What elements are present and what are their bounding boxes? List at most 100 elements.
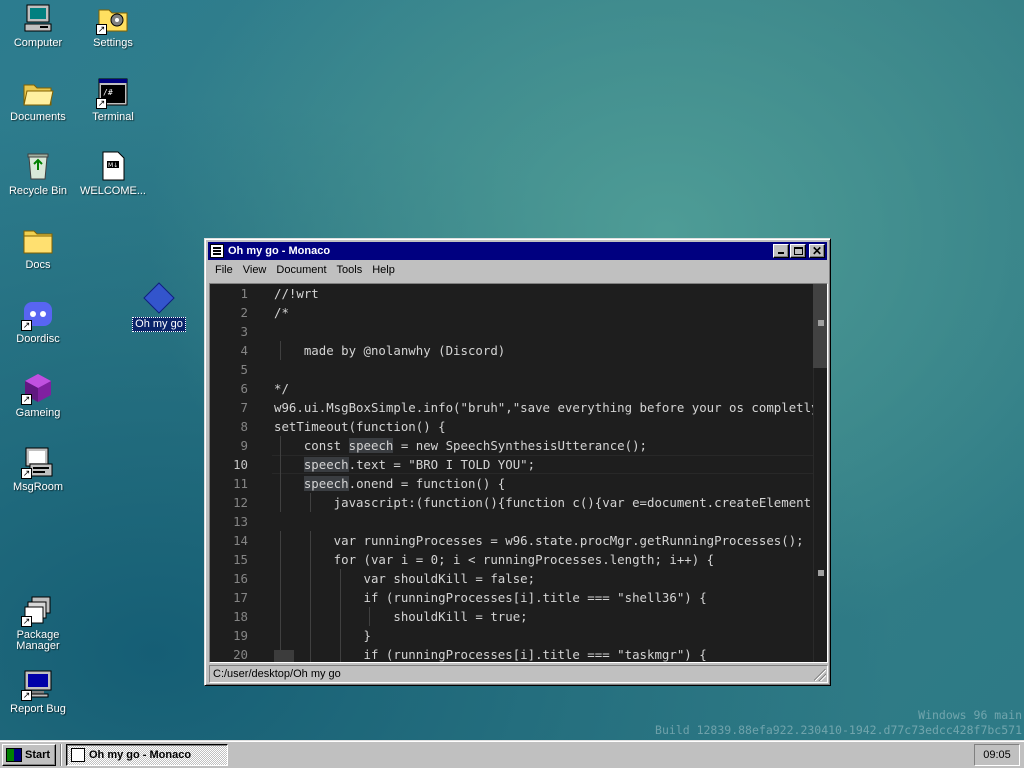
- desktop-icon-settings[interactable]: ↗ Settings: [75, 2, 151, 50]
- start-button[interactable]: Start: [2, 743, 56, 766]
- desktop-icon-label: Computer: [13, 37, 63, 49]
- line-number: 11: [233, 476, 248, 491]
- code-line[interactable]: if (runningProcesses[i].title === "shell…: [274, 588, 813, 607]
- menu-help[interactable]: Help: [367, 264, 400, 276]
- code-line[interactable]: for (var i = 0; i < runningProcesses.len…: [274, 550, 813, 569]
- line-number: 6: [240, 381, 248, 396]
- taskbar-separator: [60, 743, 62, 766]
- scrollbar-marker: [818, 320, 824, 326]
- desktop-icon-label: Documents: [10, 111, 66, 123]
- desktop-icon-msgroom[interactable]: ↗ MsgRoom: [0, 446, 76, 494]
- desktop-icon-label: Settings: [93, 37, 133, 49]
- minimize-button[interactable]: [773, 244, 789, 258]
- code-line[interactable]: shouldKill = true;: [274, 607, 813, 626]
- taskbar-item-label: Oh my go - Monaco: [89, 748, 192, 761]
- desktop-icon-package-manager[interactable]: ↗ Package Manager: [0, 594, 76, 653]
- maximize-button[interactable]: [790, 244, 806, 258]
- terminal-icon: /# ↗: [96, 76, 129, 109]
- menu-view[interactable]: View: [238, 264, 272, 276]
- line-number: 16: [233, 571, 248, 586]
- desktop-icon-documents[interactable]: Documents: [0, 76, 76, 124]
- resize-grip-icon[interactable]: [814, 669, 826, 681]
- window-titlebar[interactable]: Oh my go - Monaco ✕: [208, 242, 827, 260]
- line-number: 15: [233, 552, 248, 567]
- desktop-icon-label: Oh my go: [132, 317, 186, 332]
- shortcut-arrow-icon: ↗: [21, 320, 32, 331]
- line-number: 17: [233, 590, 248, 605]
- desktop-icon-label: Report Bug: [10, 703, 66, 715]
- code-line[interactable]: javascript:(function(){function c(){var …: [274, 493, 813, 512]
- code-line[interactable]: var shouldKill = false;: [274, 569, 813, 588]
- line-number: 2: [240, 305, 248, 320]
- code-line[interactable]: var runningProcesses = w96.state.procMgr…: [274, 531, 813, 550]
- clock: 09:05: [983, 748, 1011, 761]
- word-highlight: speech: [303, 476, 349, 491]
- monaco-window[interactable]: Oh my go - Monaco ✕ File View Document T…: [204, 238, 831, 686]
- code-line[interactable]: speech.onend = function() {: [274, 474, 813, 493]
- code-line[interactable]: //!wrt: [274, 284, 813, 303]
- desktop-icon-label: WELCOME...: [79, 185, 146, 197]
- desktop-icon-label: Gameing: [15, 407, 61, 419]
- scrollbar-thumb[interactable]: [813, 284, 827, 368]
- desktop-icon-docs[interactable]: Docs: [0, 224, 76, 272]
- shortcut-arrow-icon: ↗: [96, 24, 107, 35]
- desktop-icon-label: Doordisc: [16, 333, 60, 345]
- code-area[interactable]: //!wrt/* made by @nolanwhy (Discord) */w9…: [272, 284, 813, 662]
- desktop-icon-label: Recycle Bin: [8, 185, 68, 197]
- close-button[interactable]: ✕: [809, 244, 825, 258]
- vertical-scrollbar[interactable]: [813, 284, 827, 662]
- menu-tools[interactable]: Tools: [332, 264, 368, 276]
- line-number: 19: [233, 628, 248, 643]
- word-highlight: speech: [348, 438, 394, 453]
- code-line[interactable]: speech.text = "BRO I TOLD YOU";: [274, 455, 813, 474]
- desktop-icon-oh-my-go[interactable]: Oh my go: [121, 282, 197, 332]
- desktop-icon-terminal[interactable]: /# ↗ Terminal: [75, 76, 151, 124]
- shortcut-arrow-icon: ↗: [96, 98, 107, 109]
- status-file-path: C:/user/desktop/Oh my go: [213, 668, 341, 680]
- code-line[interactable]: if (runningProcesses[i].title === "taskm…: [274, 645, 813, 662]
- diamond-icon: [143, 282, 175, 314]
- desktop-icon-recycle-bin[interactable]: Recycle Bin: [0, 150, 76, 198]
- code-line[interactable]: const speech = new SpeechSynthesisUttera…: [274, 436, 813, 455]
- menu-document[interactable]: Document: [271, 264, 331, 276]
- desktop-icon-label: MsgRoom: [12, 481, 64, 493]
- line-number: 12: [233, 495, 248, 510]
- code-line[interactable]: setTimeout(function() {: [274, 417, 813, 436]
- editor-app-icon: [210, 244, 224, 258]
- scroll-shadow: [274, 650, 294, 662]
- word-highlight: speech: [303, 457, 349, 472]
- start-label: Start: [25, 748, 51, 761]
- shortcut-arrow-icon: ↗: [21, 690, 32, 701]
- menu-bar: File View Document Tools Help: [208, 260, 827, 280]
- code-line[interactable]: w96.ui.MsgBoxSimple.info("bruh","save ev…: [274, 398, 813, 417]
- message-room-icon: ↗: [21, 446, 54, 479]
- shortcut-arrow-icon: ↗: [21, 616, 32, 627]
- code-line[interactable]: [274, 512, 813, 531]
- package-icon: ↗: [21, 594, 54, 627]
- desktop-icon-doordisc[interactable]: ↗ Doordisc: [0, 298, 76, 346]
- system-tray-clock[interactable]: 09:05: [974, 743, 1020, 766]
- line-number: 10: [233, 457, 248, 472]
- desktop-icon-gameing[interactable]: ↗ Gameing: [0, 372, 76, 420]
- computer-icon: [22, 2, 54, 34]
- code-line[interactable]: */: [274, 379, 813, 398]
- desktop-icon-report-bug[interactable]: ↗ Report Bug: [0, 668, 76, 716]
- menu-file[interactable]: File: [210, 264, 238, 276]
- code-line[interactable]: }: [274, 626, 813, 645]
- start-logo-icon: [6, 747, 22, 762]
- desktop-icon-welcome[interactable]: M↓ WELCOME...: [75, 150, 151, 198]
- code-line[interactable]: /*: [274, 303, 813, 322]
- code-line[interactable]: [274, 322, 813, 341]
- code-line[interactable]: [274, 360, 813, 379]
- code-editor[interactable]: 1 2 3 4 5 6 7 8 9 10 11 12 13 14 15 16 17 18 19 20 //!wrt/*…: [209, 283, 828, 663]
- desktop-icon-computer[interactable]: Computer: [0, 2, 76, 50]
- monitor-icon: ↗: [21, 668, 54, 701]
- folder-open-icon: [22, 76, 54, 108]
- settings-icon: ↗: [96, 2, 129, 35]
- status-bar: C:/user/desktop/Oh my go: [209, 665, 828, 683]
- cube-icon: ↗: [21, 372, 54, 405]
- taskbar-item-monaco[interactable]: Oh my go - Monaco: [66, 743, 228, 766]
- watermark-line-1: Windows 96 main: [918, 708, 1022, 722]
- code-line[interactable]: made by @nolanwhy (Discord): [274, 341, 813, 360]
- desktop-icon-label: Package Manager: [16, 629, 60, 652]
